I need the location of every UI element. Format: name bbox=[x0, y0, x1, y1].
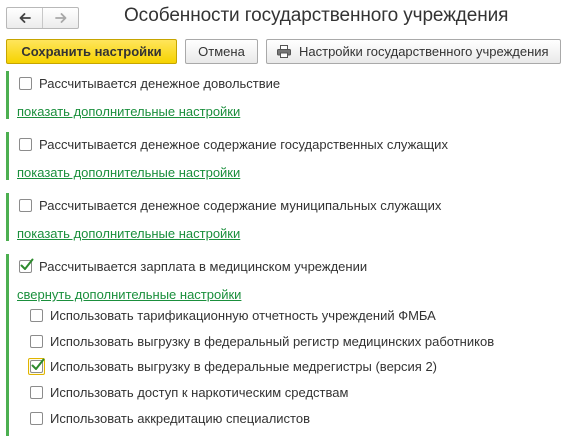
navigation-buttons bbox=[6, 7, 79, 29]
printer-icon bbox=[277, 45, 291, 58]
checkmark-icon bbox=[20, 258, 34, 270]
save-settings-button[interactable]: Сохранить настройки bbox=[6, 39, 177, 64]
option-checkbox[interactable] bbox=[30, 309, 43, 322]
option-label: Использовать выгрузку в федеральные медр… bbox=[50, 359, 438, 374]
show-settings-link[interactable]: показать дополнительные настройки bbox=[17, 165, 240, 180]
option-row[interactable]: Использовать доступ к наркотическим сред… bbox=[30, 385, 348, 400]
option-row[interactable]: Использовать выгрузку в федеральный реги… bbox=[30, 334, 494, 349]
checkbox-focus-frame bbox=[28, 358, 45, 375]
section-municipal-employees: Рассчитывается денежное содержание муниц… bbox=[6, 193, 561, 241]
municipal-employees-checkbox[interactable] bbox=[19, 199, 32, 212]
option-checkbox[interactable] bbox=[30, 386, 43, 399]
option-checkbox[interactable] bbox=[30, 358, 45, 373]
option-checkbox[interactable] bbox=[30, 335, 43, 348]
checkbox-row[interactable]: Рассчитывается денежное содержание муниц… bbox=[19, 198, 441, 213]
cancel-button[interactable]: Отмена bbox=[185, 39, 258, 64]
checkbox-row[interactable]: Рассчитывается денежное довольствие bbox=[19, 76, 280, 91]
allowance-checkbox[interactable] bbox=[19, 77, 32, 90]
checkbox-label: Рассчитывается зарплата в медицинском уч… bbox=[39, 259, 368, 274]
section-bar bbox=[6, 193, 9, 241]
option-row[interactable]: Использовать выгрузку в федеральные медр… bbox=[28, 358, 438, 375]
state-employees-checkbox[interactable] bbox=[19, 138, 32, 151]
checkbox-row[interactable]: Рассчитывается денежное содержание госуд… bbox=[19, 137, 448, 152]
forward-button[interactable] bbox=[42, 8, 78, 28]
medical-checkbox[interactable] bbox=[19, 258, 34, 273]
option-label: Использовать аккредитацию специалистов bbox=[50, 411, 311, 426]
page-title: Особенности государственного учреждения bbox=[124, 5, 509, 26]
checkmark-icon bbox=[31, 358, 45, 370]
checkbox-label: Рассчитывается денежное довольствие bbox=[39, 76, 281, 91]
section-bar bbox=[6, 132, 9, 180]
checkbox-label: Рассчитывается денежное содержание госуд… bbox=[39, 137, 448, 152]
header: Особенности государственного учреждения bbox=[0, 0, 569, 38]
option-row[interactable]: Использовать аккредитацию специалистов bbox=[30, 411, 310, 426]
option-label: Использовать выгрузку в федеральный реги… bbox=[50, 334, 495, 349]
section-bar bbox=[6, 254, 9, 436]
institution-settings-button[interactable]: Настройки государственного учреждения bbox=[266, 39, 561, 64]
checkbox-label: Рассчитывается денежное содержание муниц… bbox=[39, 198, 442, 213]
arrow-left-icon bbox=[19, 13, 31, 23]
back-button[interactable] bbox=[7, 8, 42, 28]
show-settings-link[interactable]: показать дополнительные настройки bbox=[17, 104, 240, 119]
option-checkbox[interactable] bbox=[30, 412, 43, 425]
institution-settings-label: Настройки государственного учреждения bbox=[299, 44, 549, 59]
checkbox-row[interactable]: Рассчитывается зарплата в медицинском уч… bbox=[19, 258, 368, 274]
section-state-employees: Рассчитывается денежное содержание госуд… bbox=[6, 132, 561, 180]
option-label: Использовать доступ к наркотическим сред… bbox=[50, 385, 349, 400]
option-row[interactable]: Использовать тарификационную отчетность … bbox=[30, 308, 436, 323]
section-medical: Рассчитывается зарплата в медицинском уч… bbox=[6, 254, 561, 436]
option-label: Использовать тарификационную отчетность … bbox=[50, 308, 436, 323]
toolbar: Сохранить настройки Отмена Настройки гос… bbox=[0, 38, 569, 68]
collapse-settings-link[interactable]: свернуть дополнительные настройки bbox=[17, 287, 241, 302]
arrow-right-icon bbox=[54, 13, 66, 23]
show-settings-link[interactable]: показать дополнительные настройки bbox=[17, 226, 240, 241]
section-allowance: Рассчитывается денежное довольствие пока… bbox=[6, 71, 561, 119]
section-bar bbox=[6, 71, 9, 119]
